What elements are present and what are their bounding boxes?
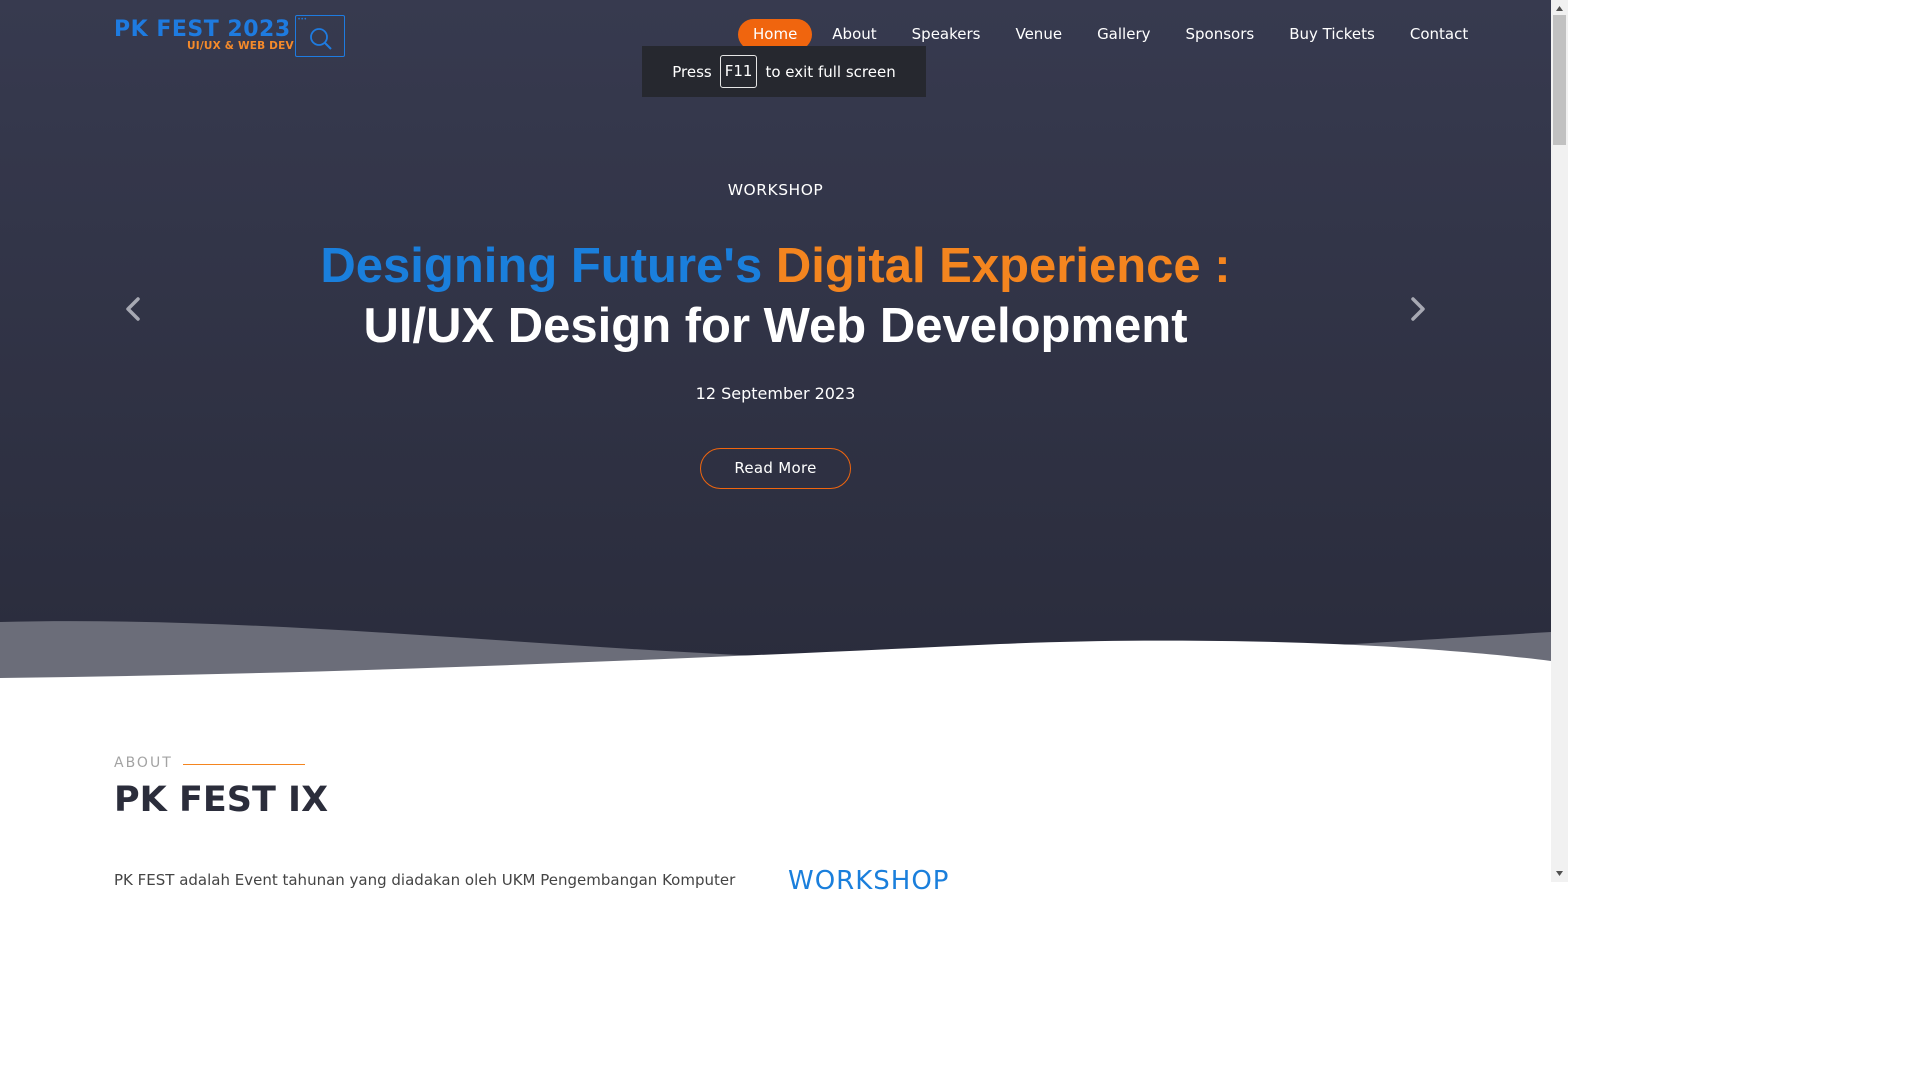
vertical-scrollbar[interactable] (1551, 0, 1568, 882)
hero-headline: Designing Future's Digital Experience : … (0, 236, 1551, 356)
headline-white: UI/UX Design for Web Development (363, 299, 1188, 353)
logo-subtitle: UI/UX & WEB DEV (187, 40, 294, 52)
scroll-up-icon[interactable] (1555, 4, 1564, 13)
read-more-button[interactable]: Read More (700, 448, 851, 489)
chevron-right-icon[interactable] (1405, 294, 1429, 324)
chevron-left-icon[interactable] (122, 294, 146, 324)
browser-search-icon: ••• (295, 15, 345, 57)
nav-item-contact[interactable]: Contact (1410, 19, 1468, 50)
toast-text-before: Press (672, 62, 712, 81)
logo-wordmark: PK FEST 2023 (114, 17, 291, 42)
nav-item-sponsors[interactable]: Sponsors (1186, 19, 1255, 50)
scrollbar-thumb[interactable] (1553, 15, 1566, 145)
nav-item-gallery[interactable]: Gallery (1097, 19, 1150, 50)
hero-date: 12 September 2023 (695, 384, 856, 403)
headline-blue: Designing Future's (320, 239, 763, 293)
hero-wave-divider (0, 621, 1551, 680)
workshop-heading: WORKSHOP (788, 866, 950, 896)
scroll-down-icon[interactable] (1555, 869, 1564, 878)
toast-text-after: to exit full screen (765, 62, 896, 81)
about-paragraph: PK FEST adalah Event tahunan yang diadak… (114, 871, 736, 889)
nav-item-buy-tickets[interactable]: Buy Tickets (1289, 19, 1375, 50)
headline-orange: Digital Experience : (775, 239, 1231, 293)
hero-subtitle: WORKSHOP (727, 181, 824, 199)
about-divider (183, 764, 305, 765)
nav-item-venue[interactable]: Venue (1015, 19, 1062, 50)
site-logo[interactable]: PK FEST 2023 UI/UX & WEB DEV ••• (114, 15, 346, 57)
about-section-label: ABOUT (114, 755, 173, 771)
fullscreen-toast: Press F11 to exit full screen (642, 46, 926, 97)
about-title: PK FEST IX (114, 780, 329, 820)
toast-key: F11 (719, 55, 758, 88)
